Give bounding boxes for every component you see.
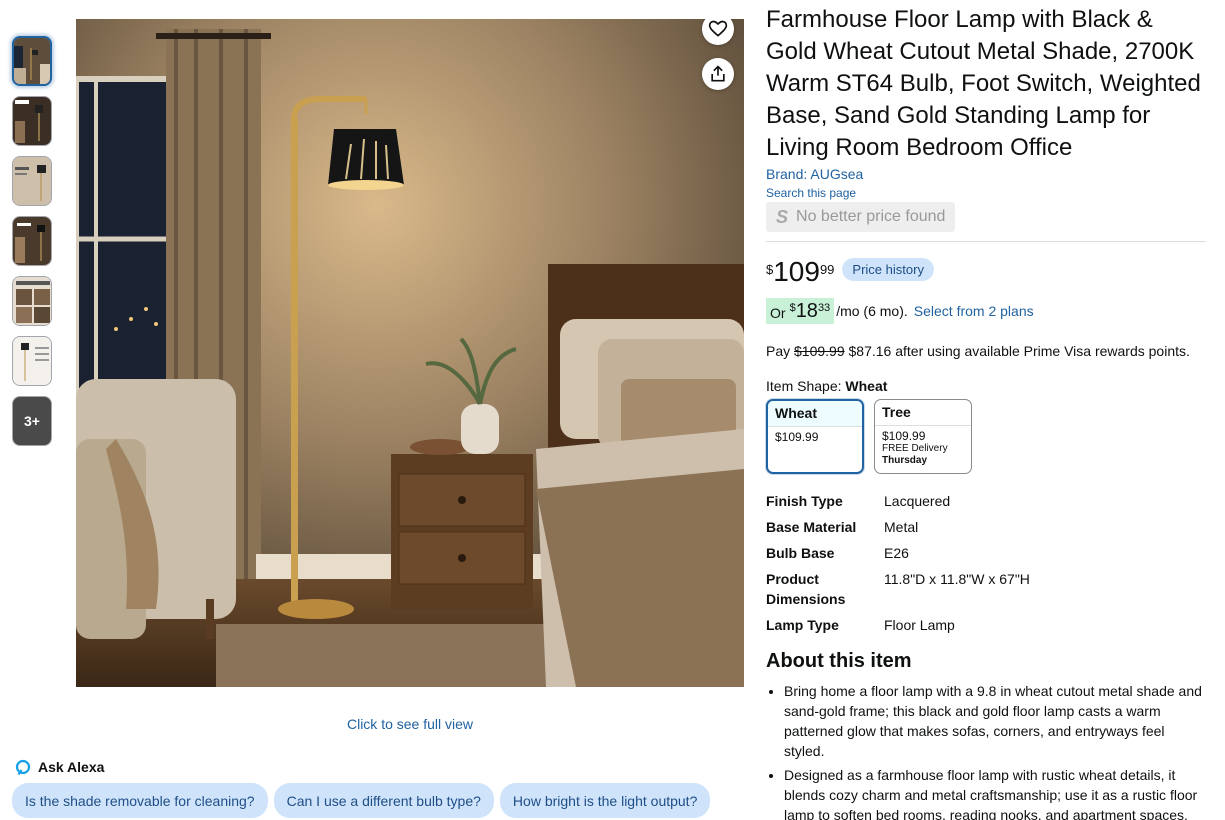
item-shape-options: Wheat $109.99 Tree $109.99 FREE Delivery… xyxy=(766,399,1206,474)
monthly-price-highlight: Or $ 18 33 xyxy=(766,298,835,324)
spec-value: E26 xyxy=(884,545,909,561)
about-bullet: Designed as a farmhouse floor lamp with … xyxy=(784,765,1206,820)
spec-value: Floor Lamp xyxy=(884,617,955,633)
shape-option-name: Tree xyxy=(875,400,971,426)
shape-option-tree[interactable]: Tree $109.99 FREE Delivery Thursday xyxy=(874,399,972,474)
shape-option-name: Wheat xyxy=(768,401,862,427)
thumbnail-3[interactable] xyxy=(12,156,52,206)
full-view-link[interactable]: Click to see full view xyxy=(76,716,744,732)
alexa-icon xyxy=(15,759,31,776)
no-better-price-label: No better price found xyxy=(796,208,946,225)
product-title: Farmhouse Floor Lamp with Black & Gold W… xyxy=(766,6,1201,161)
pay-prefix: Pay xyxy=(766,343,791,359)
item-shape-title: Item Shape: xyxy=(766,378,842,394)
monthly-whole: 18 xyxy=(795,300,818,322)
about-bullets: Bring home a floor lamp with a 9.8 in wh… xyxy=(766,681,1206,820)
alexa-question-chip[interactable]: Is the shade removable for cleaning? xyxy=(12,783,268,818)
thumbnail-strip: 3+ xyxy=(12,36,52,456)
shape-option-wheat[interactable]: Wheat $109.99 xyxy=(766,399,864,474)
spec-value: Lacquered xyxy=(884,493,951,509)
thumbnail-2[interactable] xyxy=(12,96,52,146)
spec-row: Product Dimensions 11.8"D x 11.8"W x 67"H xyxy=(766,569,1030,615)
pay-rest: $87.16 after using available Prime Visa … xyxy=(848,343,1190,359)
s-logo-icon: S xyxy=(776,206,789,227)
spec-row: Lamp Type Floor Lamp xyxy=(766,615,1030,641)
price-whole: 109 xyxy=(773,256,820,287)
search-this-page-link[interactable]: Search this page xyxy=(766,186,1206,200)
shape-option-day: Thursday xyxy=(875,455,971,467)
alexa-question-chip[interactable]: How bright is the light output? xyxy=(499,783,711,818)
monthly-suffix: /mo (6 mo). xyxy=(836,303,908,319)
spec-row: Finish Type Lacquered xyxy=(766,491,1030,517)
spec-key: Lamp Type xyxy=(766,617,839,633)
spec-value: 11.8"D x 11.8"W x 67"H xyxy=(884,571,1030,587)
alexa-question-chips: Is the shade removable for cleaning? Can… xyxy=(12,783,711,818)
select-plans-link[interactable]: Select from 2 plans xyxy=(914,303,1034,319)
alexa-question-chip[interactable]: Can I use a different bulb type? xyxy=(273,783,494,818)
share-button[interactable] xyxy=(702,58,734,90)
monthly-or-label: Or xyxy=(770,305,786,321)
share-icon xyxy=(711,65,725,82)
shape-option-delivery: FREE Delivery xyxy=(882,443,948,454)
product-specs-table: Finish Type Lacquered Base Material Metal … xyxy=(766,491,1030,641)
thumbnail-1[interactable] xyxy=(12,36,52,86)
more-images-button[interactable]: 3+ xyxy=(12,396,52,446)
divider xyxy=(766,241,1206,242)
spec-key: Product Dimensions xyxy=(766,571,846,607)
spec-key: Bulb Base xyxy=(766,545,835,561)
price-block: $ 109 99 Price history xyxy=(766,258,1206,288)
price-symbol: $ xyxy=(766,262,774,277)
thumbnail-6[interactable] xyxy=(12,336,52,386)
spec-value: Metal xyxy=(884,519,919,535)
about-bullet: Bring home a floor lamp with a 9.8 in wh… xyxy=(784,681,1206,761)
shape-option-price: $109.99 xyxy=(882,429,926,443)
thumbnail-4[interactable] xyxy=(12,216,52,266)
price-history-button[interactable]: Price history xyxy=(842,258,934,281)
bedroom-scene-illustration xyxy=(76,19,744,687)
more-images-label: 3+ xyxy=(24,413,40,429)
no-better-price-badge[interactable]: S No better price found xyxy=(766,202,956,232)
item-shape-selected: Wheat xyxy=(845,378,888,394)
spec-key: Finish Type xyxy=(766,493,843,509)
prime-visa-offer: Pay $109.99 $87.16 after using available… xyxy=(766,343,1206,359)
monthly-payment-row: Or $ 18 33 /mo (6 mo). Select from 2 pla… xyxy=(766,298,1206,324)
about-heading: About this item xyxy=(766,650,912,672)
ask-alexa-label: Ask Alexa xyxy=(38,759,105,775)
shape-option-day-text: Thursday xyxy=(882,455,928,466)
spec-row: Base Material Metal xyxy=(766,517,1030,543)
spec-key: Base Material xyxy=(766,519,857,535)
spec-row: Bulb Base E26 xyxy=(766,543,1030,569)
brand-link[interactable]: Brand: AUGsea xyxy=(766,166,1206,182)
ask-alexa-header: Ask Alexa xyxy=(14,758,104,776)
shape-option-price: $109.99 xyxy=(775,430,819,444)
thumbnail-5[interactable] xyxy=(12,276,52,326)
heart-icon xyxy=(708,20,728,37)
price-fraction: 99 xyxy=(819,262,835,277)
pay-old-price: $109.99 xyxy=(794,343,845,359)
main-product-image[interactable] xyxy=(76,19,744,687)
item-shape-label: Item Shape: Wheat xyxy=(766,378,1206,394)
product-details: Farmhouse Floor Lamp with Black & Gold W… xyxy=(766,4,1206,820)
monthly-fraction: 33 xyxy=(817,302,831,314)
